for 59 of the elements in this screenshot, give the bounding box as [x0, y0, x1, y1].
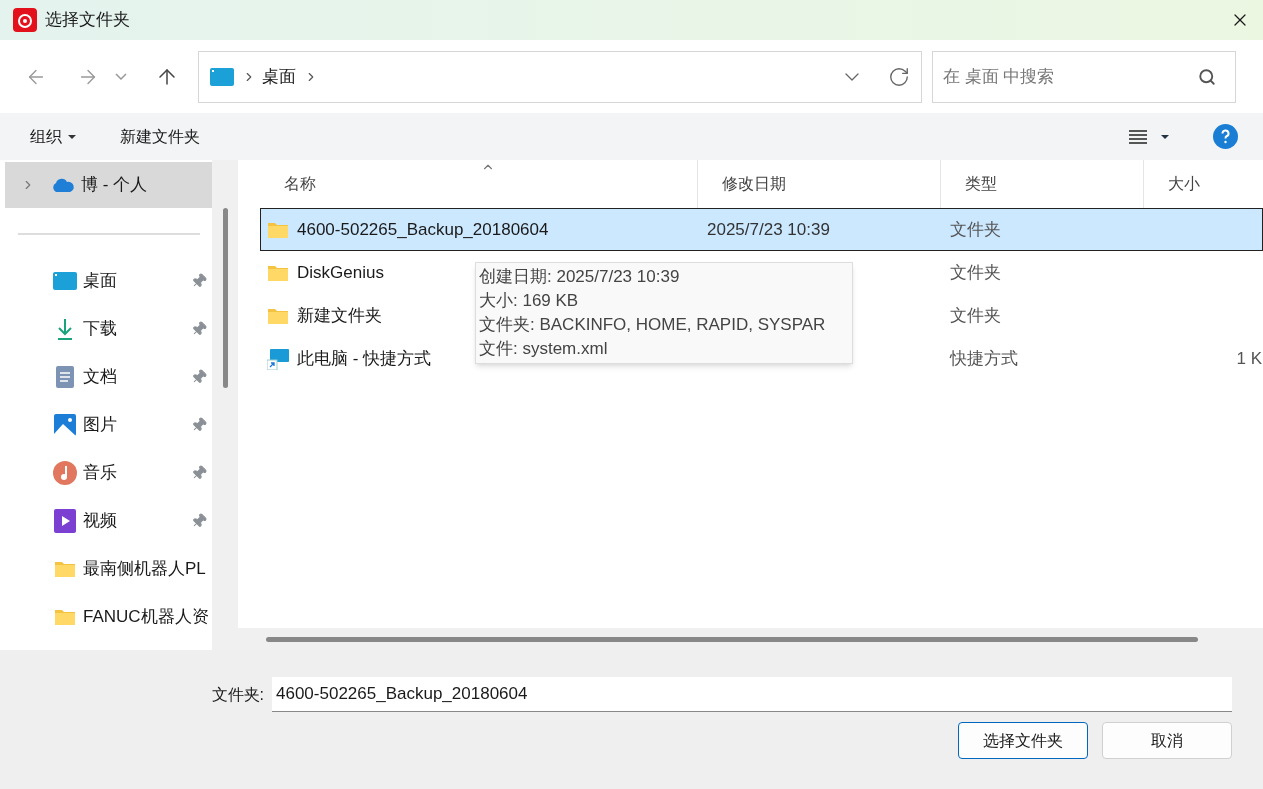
scrollbar-thumb[interactable] — [222, 208, 228, 388]
file-type: 快捷方式 — [950, 348, 1018, 368]
view-menu-icon[interactable] — [1129, 129, 1147, 144]
file-name[interactable]: 4600-502265_Backup_20180604 — [297, 216, 549, 243]
help-icon[interactable] — [1213, 124, 1238, 149]
sidebar-item[interactable]: 下载 — [0, 305, 212, 353]
file-type: 文件夹 — [950, 262, 1001, 282]
tooltip-line: 文件: system.xml — [479, 338, 609, 360]
sidebar-item[interactable]: 图片 — [0, 401, 212, 449]
picture-icon — [54, 414, 76, 436]
sidebar-item[interactable]: 桌面 — [0, 257, 212, 305]
sidebar-account-item[interactable]: 博 - 个人 — [5, 162, 212, 208]
app-icon — [13, 8, 37, 32]
document-icon — [56, 366, 74, 388]
dropdown-icon[interactable] — [1161, 134, 1169, 139]
sidebar-item[interactable]: 音乐 — [0, 449, 212, 497]
tooltip-line: 创建日期: 2025/7/23 10:39 — [479, 266, 681, 288]
dropdown-icon — [68, 134, 76, 139]
sidebar-item[interactable]: 文档 — [0, 353, 212, 401]
folder-icon — [267, 306, 289, 325]
horizontal-scrollbar-thumb[interactable] — [266, 636, 1198, 642]
desktop-icon — [53, 272, 77, 290]
file-type: 文件夹 — [950, 219, 1001, 239]
file-type: 文件夹 — [950, 305, 1001, 325]
modified-date: 2025/7/23 10:39 — [707, 219, 830, 239]
file-name[interactable]: 此电脑 - 快捷方式 — [297, 345, 432, 372]
breadcrumb-item[interactable]: 桌面 — [262, 63, 296, 90]
chevron-down-icon — [115, 73, 127, 80]
folder-name-field[interactable]: 4600-502265_Backup_20180604 — [272, 677, 1232, 712]
column-header[interactable]: 名称 — [260, 160, 697, 208]
folder-icon — [267, 263, 289, 282]
video-icon — [54, 509, 76, 533]
file-name[interactable]: 新建文件夹 — [297, 302, 382, 329]
cloud-icon — [51, 178, 75, 192]
selected-row-highlight[interactable]: 4600-502265_Backup_20180604 2025/7/23 10:39 文件夹 — [260, 208, 1263, 251]
computer-shortcut-icon — [267, 347, 289, 370]
tooltip-line: 大小: 169 KB — [479, 290, 580, 312]
tooltip-line: 文件夹: BACKINFO, HOME, RAPID, SYSPAR — [479, 314, 827, 336]
folder-icon — [267, 220, 289, 239]
folder-label: 文件夹: — [211, 684, 264, 705]
search-field[interactable]: 在 桌面 中搜索 — [932, 50, 1236, 103]
download-icon — [56, 318, 74, 340]
select-folder-button[interactable]: 选择文件夹 — [958, 722, 1088, 759]
desktop-icon — [210, 67, 234, 86]
search-icon — [1198, 67, 1216, 86]
folder-icon — [54, 560, 76, 578]
sidebar-item[interactable]: 视频 — [0, 497, 212, 545]
sidebar-item[interactable]: FANUC机器人资 — [0, 593, 212, 641]
address-bar[interactable]: 桌面 — [198, 50, 922, 103]
music-icon — [53, 461, 77, 485]
window-title: 选择文件夹 — [45, 9, 130, 32]
sidebar-item[interactable]: 最南侧机器人PL — [0, 545, 212, 593]
organize-button[interactable]: 组织 — [30, 124, 76, 149]
file-size: 1 K — [1236, 347, 1262, 370]
file-name[interactable]: DiskGenius — [297, 259, 384, 286]
folder-icon — [54, 608, 76, 626]
refresh-icon[interactable] — [888, 65, 910, 88]
cancel-button[interactable]: 取消 — [1102, 722, 1232, 759]
new-folder-button[interactable]: 新建文件夹 — [120, 124, 200, 149]
